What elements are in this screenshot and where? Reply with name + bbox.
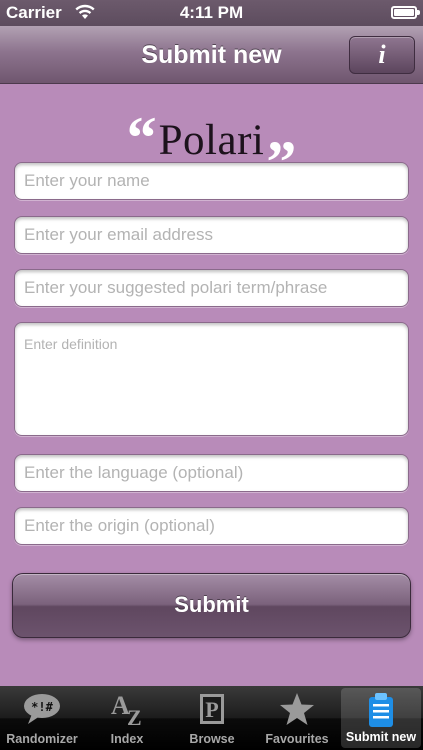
term-field[interactable]	[14, 269, 409, 307]
speech-bubble-icon: *!#	[24, 694, 60, 724]
origin-field[interactable]	[14, 507, 409, 545]
email-field[interactable]	[14, 216, 409, 254]
logo-word: Polari	[158, 117, 265, 164]
book-p-icon: P	[200, 694, 224, 724]
tab-index[interactable]: A Z Index	[84, 686, 170, 750]
status-bar: Carrier 4:11 PM	[0, 0, 423, 26]
polari-logo: “Polari”	[0, 90, 423, 195]
tab-label: Submit new	[345, 730, 417, 744]
info-button[interactable]: i	[349, 36, 415, 74]
definition-field[interactable]	[14, 322, 409, 436]
tab-randomizer[interactable]: *!# Randomizer	[0, 686, 84, 750]
browse-glyph: P	[205, 697, 218, 722]
clipboard-icon	[369, 693, 393, 727]
language-field[interactable]	[14, 454, 409, 492]
navigation-bar: Submit new i	[0, 26, 423, 84]
tab-bar: *!# Randomizer A Z Index P Browse Favour…	[0, 686, 423, 750]
tab-browse[interactable]: P Browse	[170, 686, 254, 750]
az-index-icon: A Z	[111, 692, 142, 726]
battery-icon	[391, 6, 420, 19]
tab-label: Index	[110, 732, 144, 746]
tab-label: Browse	[189, 732, 235, 746]
submit-button[interactable]: Submit	[12, 573, 411, 638]
clock: 4:11 PM	[179, 3, 244, 22]
svg-text:Z: Z	[127, 705, 142, 726]
tab-label: Favourites	[265, 732, 329, 746]
randomizer-glyph: *!#	[31, 700, 53, 714]
tab-favourites[interactable]: Favourites	[254, 686, 340, 750]
name-field[interactable]	[14, 162, 409, 200]
tab-label: Randomizer	[6, 732, 78, 746]
star-icon	[280, 693, 314, 725]
tab-submit-new[interactable]: Submit new	[341, 688, 421, 748]
